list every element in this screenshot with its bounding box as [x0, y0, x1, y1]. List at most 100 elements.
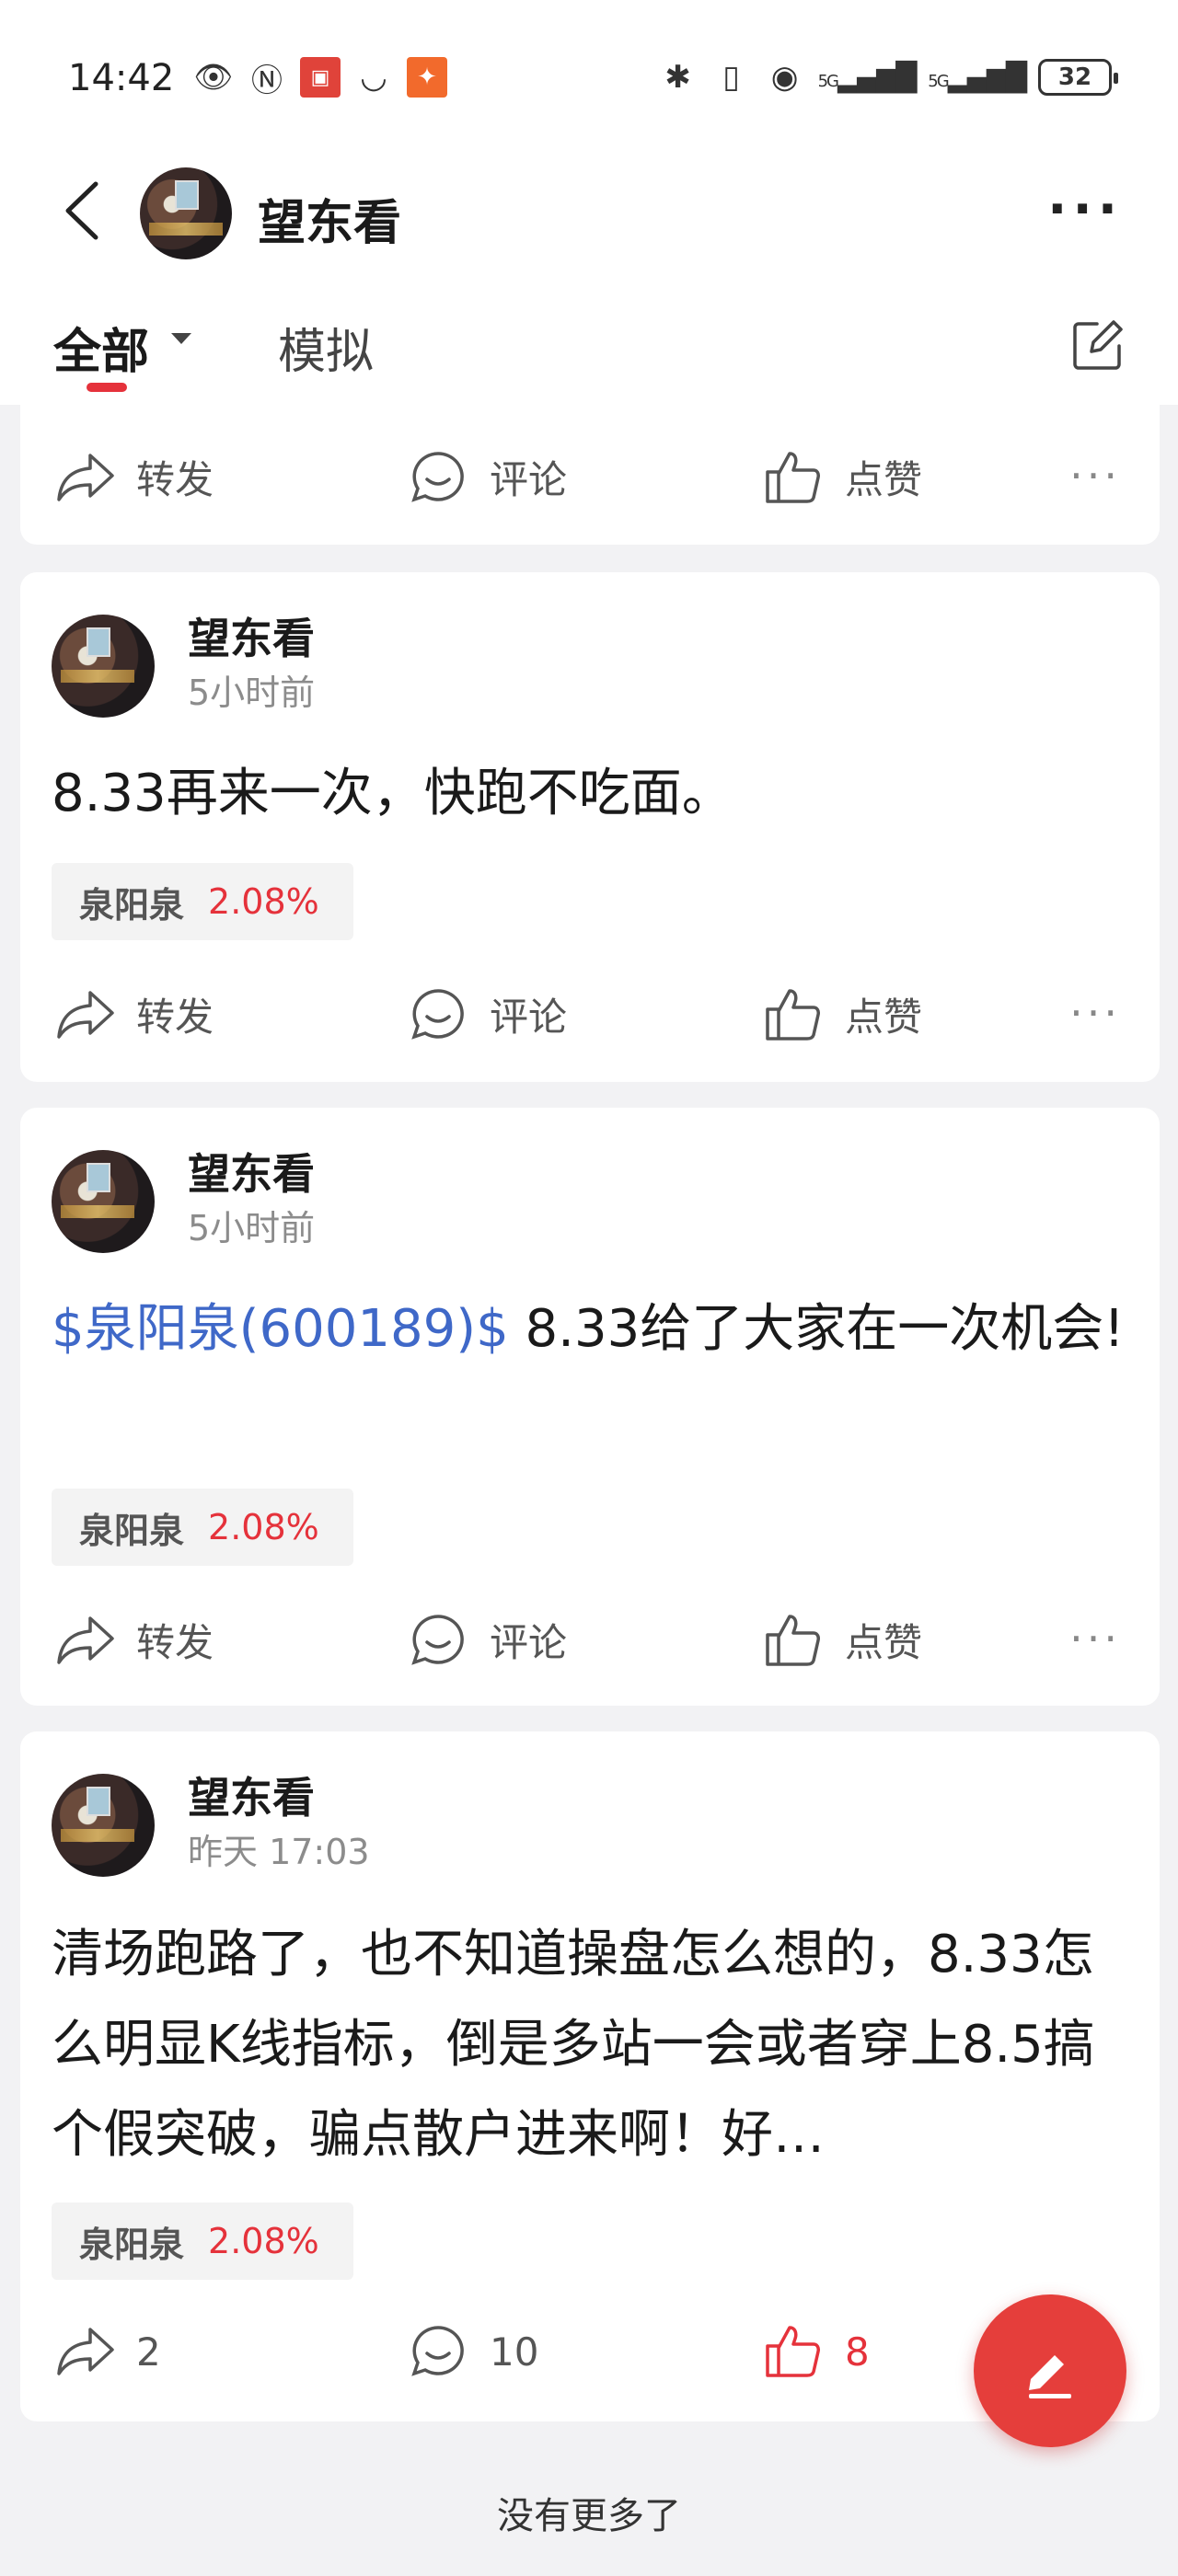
- post-more-icon[interactable]: ···: [1069, 451, 1121, 500]
- bluetooth-icon: ✱: [664, 59, 691, 96]
- comment-count: 10: [490, 2329, 539, 2375]
- share-icon: [57, 1616, 114, 1664]
- stock-change: 2.08%: [208, 1507, 319, 1547]
- post-card-partial: 转发 评论 点赞 ···: [20, 405, 1160, 545]
- battery-indicator: 32: [1038, 59, 1118, 96]
- comment-button[interactable]: 评论: [407, 986, 567, 1042]
- author-name[interactable]: 望东看: [188, 605, 315, 666]
- comment-label: 评论: [490, 995, 568, 1040]
- dropdown-caret-icon[interactable]: [171, 333, 191, 344]
- like-button[interactable]: 点赞: [762, 986, 922, 1042]
- tab-all[interactable]: 全部: [53, 313, 149, 382]
- comment-icon: [411, 451, 464, 502]
- comment-icon: [411, 2326, 464, 2376]
- status-right-icons: ✱ ▯ ◉ 5G▂▄▆█ 5G▂▄▆█ 32: [658, 57, 1118, 98]
- like-label: 点赞: [845, 1620, 923, 1665]
- like-count: 8: [845, 2329, 870, 2375]
- stock-tag[interactable]: 泉阳泉 2.08%: [52, 1489, 353, 1566]
- comment-label: 评论: [490, 1620, 568, 1665]
- post-time: 5小时前: [188, 1208, 316, 1248]
- stock-change: 2.08%: [208, 881, 319, 922]
- thumbs-up-icon: [766, 1614, 820, 1666]
- post-more-icon[interactable]: ···: [1069, 1614, 1121, 1663]
- share-icon: [57, 453, 114, 501]
- share-icon: [57, 990, 114, 1039]
- back-arrow-icon[interactable]: [57, 178, 112, 243]
- share-label: 转发: [136, 995, 214, 1040]
- vibrate-icon: ▯: [722, 59, 740, 96]
- shield-icon: ◡: [360, 59, 387, 96]
- post-body: 8.33给了大家在一次机会!: [508, 1299, 1125, 1359]
- comment-label: 评论: [490, 457, 568, 502]
- like-button[interactable]: 点赞: [762, 449, 922, 505]
- comment-button[interactable]: 评论: [407, 1612, 567, 1668]
- post-card: 望东看 5小时前 $泉阳泉(600189)$ 8.33给了大家在一次机会! 泉阳…: [20, 1108, 1160, 1706]
- share-icon: [57, 2328, 114, 2375]
- stock-tag[interactable]: 泉阳泉 2.08%: [52, 863, 353, 940]
- tab-bar: 全部 模拟: [0, 267, 1178, 405]
- post-card: 望东看 5小时前 8.33再来一次，快跑不吃面。 泉阳泉 2.08% 转发 评论…: [20, 572, 1160, 1082]
- post-card: 望东看 昨天 17:03 清场跑路了，也不知道操盘怎么想的，8.33怎么明显K线…: [20, 1731, 1160, 2421]
- share-button[interactable]: 2: [53, 2324, 161, 2379]
- author-avatar[interactable]: [52, 1150, 155, 1253]
- post-text[interactable]: 8.33再来一次，快跑不吃面。: [52, 749, 1128, 839]
- action-bar: 转发 评论 点赞 ···: [20, 1601, 1160, 1674]
- author-avatar[interactable]: [52, 615, 155, 718]
- like-label: 点赞: [845, 457, 923, 502]
- signal-5g-icon: 5G▂▄▆█: [817, 61, 918, 94]
- page-title: 望东看: [258, 196, 402, 251]
- status-time: 14:42: [68, 57, 175, 99]
- header: 望东看 ···: [0, 156, 1178, 267]
- post-time: 5小时前: [188, 673, 316, 713]
- action-bar: 转发 评论 点赞 ···: [20, 438, 1160, 512]
- tab-simulated[interactable]: 模拟: [278, 313, 374, 382]
- stock-link[interactable]: $泉阳泉(600189)$: [52, 1299, 509, 1359]
- like-button[interactable]: 8: [762, 2324, 870, 2379]
- share-button[interactable]: 转发: [53, 986, 214, 1042]
- hotspot-icon: ◉: [770, 59, 799, 96]
- stock-tag[interactable]: 泉阳泉 2.08%: [52, 2202, 353, 2280]
- signal-5g-icon-2: 5G▂▄▆█: [928, 61, 1027, 94]
- author-avatar[interactable]: [52, 1774, 155, 1877]
- comment-button[interactable]: 评论: [407, 449, 567, 505]
- post-text[interactable]: 清场跑路了，也不知道操盘怎么想的，8.33怎么明显K线指标，倒是多站一会或者穿上…: [52, 1910, 1128, 2180]
- status-left-icons: 👁 Ⓝ ▣ ◡ ✦: [193, 57, 447, 99]
- eye-icon: 👁: [193, 59, 234, 96]
- share-button[interactable]: 转发: [53, 1612, 214, 1668]
- author-name[interactable]: 望东看: [188, 1765, 315, 1825]
- comment-button[interactable]: 10: [407, 2324, 538, 2379]
- status-bar: 14:42 👁 Ⓝ ▣ ◡ ✦ ✱ ▯ ◉ 5G▂▄▆█ 5G▂▄▆█ 32: [0, 0, 1178, 156]
- app-badge-icon: ▣: [300, 57, 341, 98]
- stock-name: 泉阳泉: [79, 2224, 185, 2265]
- app-orange-icon: ✦: [407, 57, 447, 98]
- thumbs-up-icon: [766, 988, 820, 1041]
- end-of-list-text: 没有更多了: [497, 2495, 681, 2537]
- tab-active-indicator: [87, 383, 127, 392]
- pencil-icon: [1029, 2355, 1071, 2398]
- stock-name: 泉阳泉: [79, 884, 185, 926]
- post-text[interactable]: $泉阳泉(600189)$ 8.33给了大家在一次机会!: [52, 1284, 1128, 1374]
- post-time: 昨天 17:03: [188, 1832, 370, 1872]
- post-body: 8.33再来一次，快跑不吃面。: [52, 764, 733, 823]
- share-count: 2: [136, 2329, 161, 2375]
- share-label: 转发: [136, 457, 214, 502]
- share-label: 转发: [136, 1620, 214, 1665]
- post-more-icon[interactable]: ···: [1069, 988, 1121, 1038]
- stock-change: 2.08%: [208, 2221, 319, 2261]
- more-options-icon[interactable]: ···: [1047, 184, 1123, 236]
- post-body: 清场跑路了，也不知道操盘怎么想的，8.33怎么明显K线指标，倒是多站一会或者穿上…: [52, 1925, 1095, 2165]
- comment-icon: [411, 1614, 464, 1665]
- thumbs-up-icon: [766, 451, 820, 503]
- share-button[interactable]: 转发: [53, 449, 214, 505]
- action-bar: 转发 评论 点赞 ···: [20, 975, 1160, 1049]
- like-button[interactable]: 点赞: [762, 1612, 922, 1668]
- compose-button[interactable]: [974, 2294, 1126, 2447]
- stock-name: 泉阳泉: [79, 1510, 185, 1551]
- comment-icon: [411, 988, 464, 1040]
- header-avatar[interactable]: [140, 167, 232, 259]
- nfc-icon: Ⓝ: [251, 62, 283, 99]
- like-label: 点赞: [845, 995, 923, 1040]
- edit-icon[interactable]: [1069, 316, 1126, 374]
- author-name[interactable]: 望东看: [188, 1141, 315, 1202]
- thumbs-up-icon: [766, 2326, 820, 2377]
